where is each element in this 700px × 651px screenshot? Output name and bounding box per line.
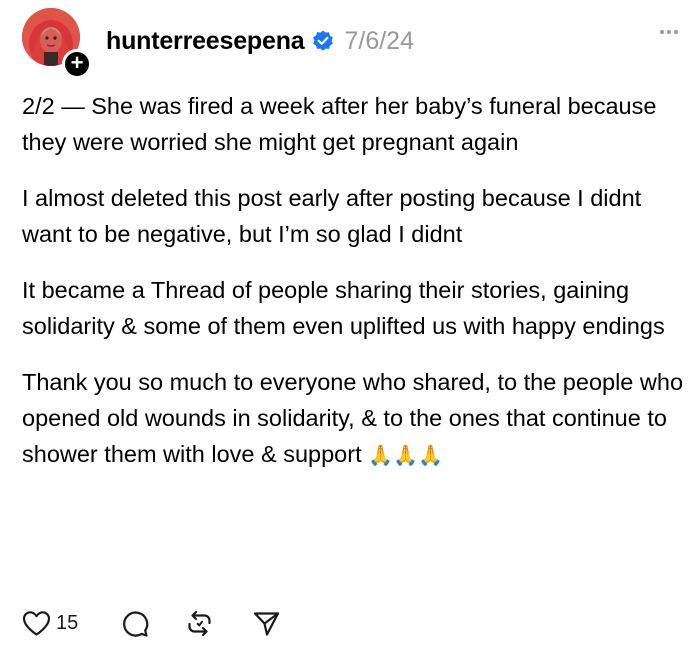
post-actions: 15 (22, 606, 281, 640)
share-icon[interactable] (252, 609, 281, 638)
share-button[interactable] (252, 609, 281, 638)
username[interactable]: hunterreesepena (106, 27, 305, 56)
more-options-icon[interactable] (660, 30, 678, 34)
post-paragraph-3: It became a Thread of people sharing the… (22, 277, 665, 339)
heart-icon[interactable] (22, 610, 51, 637)
repost-button[interactable] (185, 609, 214, 638)
comment-icon[interactable] (120, 609, 149, 638)
like-button[interactable]: 15 (22, 610, 78, 637)
comment-button[interactable] (120, 609, 149, 638)
post-paragraph-1: 2/2 — She was fired a week after her bab… (22, 93, 657, 155)
like-count: 15 (56, 611, 79, 634)
post-paragraph-4-text: Thank you so much to everyone who shared… (22, 369, 684, 467)
praying-hands-emoji: 🙏🙏🙏 (368, 445, 443, 467)
follow-plus-badge[interactable]: + (62, 49, 92, 79)
post-paragraph-4: Thank you so much to everyone who shared… (22, 364, 684, 474)
avatar-container[interactable]: + (22, 8, 92, 79)
post-date[interactable]: 7/6/24 (344, 27, 414, 56)
thread-post: + hunterreesepena 7/6/24 2/2 — She was f… (0, 0, 700, 651)
post-body: 2/2 — She was fired a week after her bab… (22, 88, 684, 474)
verified-badge-icon (311, 29, 335, 53)
post-header: hunterreesepena 7/6/24 (106, 24, 414, 58)
repost-icon[interactable] (185, 609, 214, 638)
post-paragraph-2: I almost deleted this post early after p… (22, 185, 642, 247)
